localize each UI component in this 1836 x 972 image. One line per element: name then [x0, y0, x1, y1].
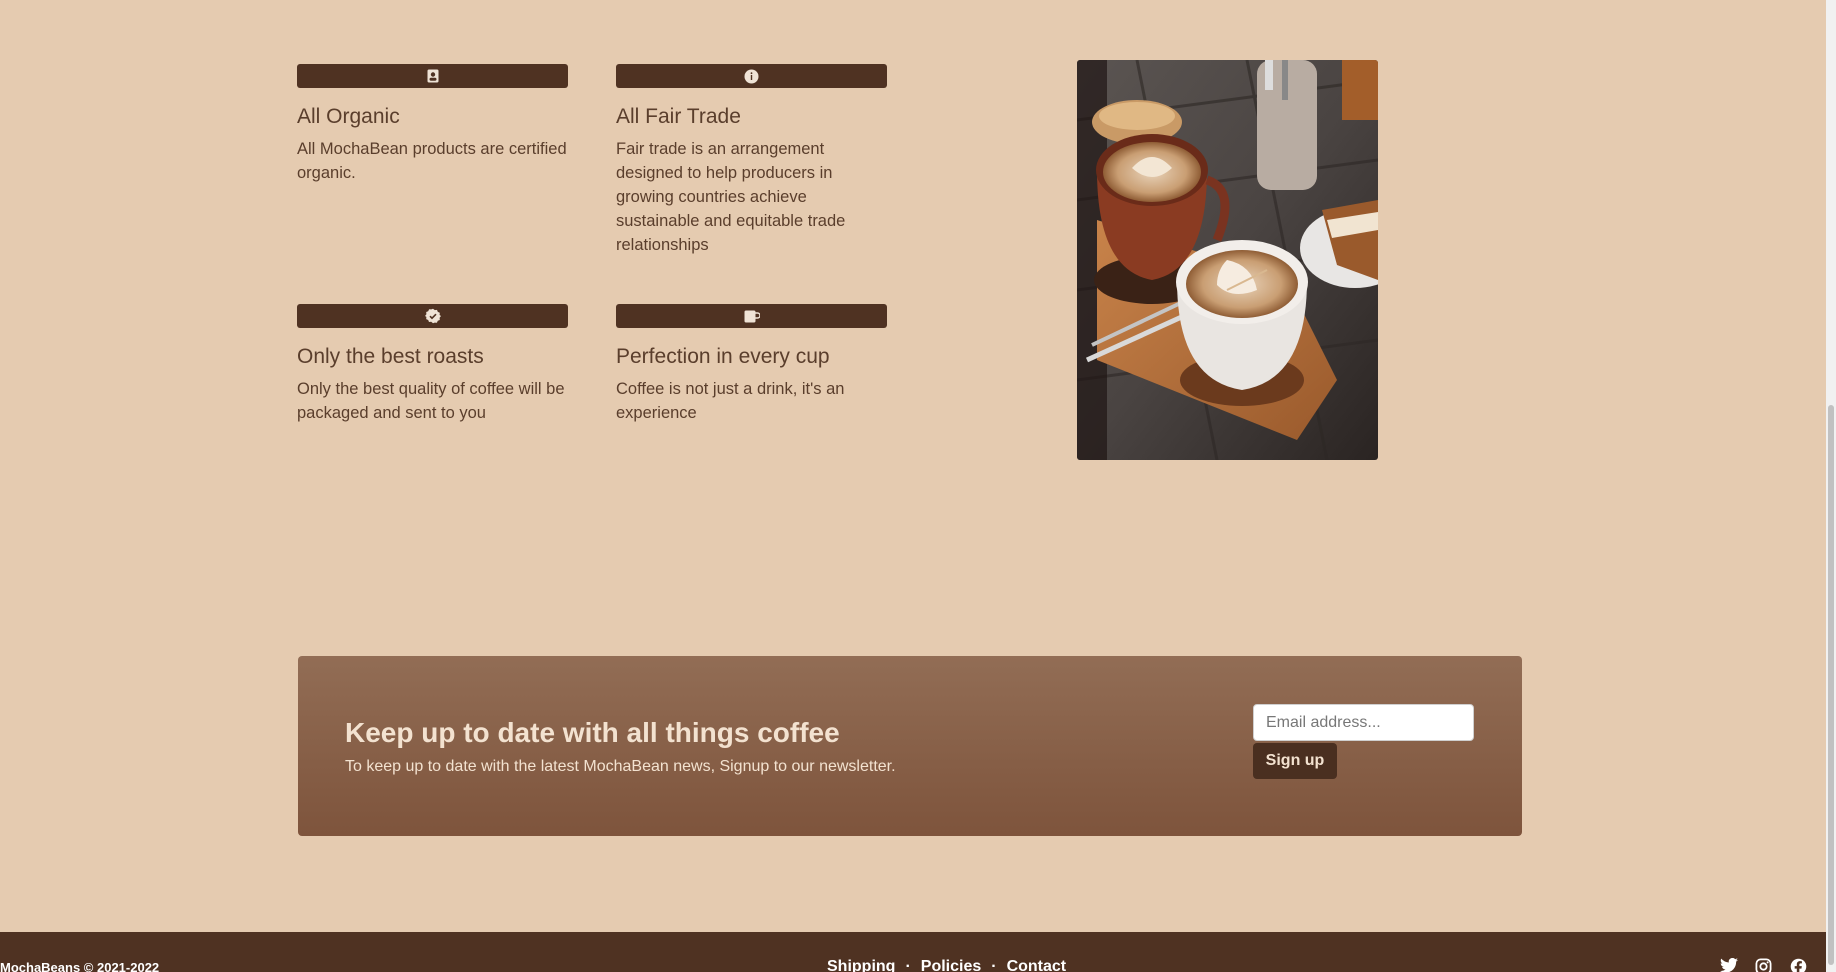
feature-perfection: Perfection in every cup Coffee is not ju…	[616, 304, 887, 425]
feature-icon-bar	[616, 64, 887, 88]
footer: MochaBeans © 2021-2022 Shipping · Polici…	[0, 932, 1836, 972]
scrollbar-thumb[interactable]	[1828, 405, 1834, 965]
newsletter-heading: Keep up to date with all things coffee	[345, 717, 840, 748]
social-links	[1720, 958, 1809, 972]
page: All Organic All MochaBean products are c…	[0, 0, 1836, 972]
footer-separator: ·	[905, 958, 911, 972]
twitter-icon[interactable]	[1720, 958, 1739, 972]
feature-icon-bar	[616, 304, 887, 328]
feature-title: All Fair Trade	[616, 105, 741, 128]
scrollbar[interactable]	[1826, 0, 1836, 972]
feature-all-organic: All Organic All MochaBean products are c…	[297, 64, 568, 185]
feature-icon-bar	[297, 64, 568, 88]
footer-link-shipping[interactable]: Shipping	[827, 958, 895, 972]
newsletter-banner: Keep up to date with all things coffee T…	[298, 656, 1522, 836]
feature-title: All Organic	[297, 105, 400, 128]
footer-separator: ·	[991, 958, 997, 972]
instagram-icon[interactable]	[1755, 958, 1774, 972]
badge-check-icon	[424, 308, 441, 324]
newsletter-subtext: To keep up to date with the latest Mocha…	[345, 758, 896, 775]
feature-text: Fair trade is an arrangement designed to…	[616, 140, 846, 254]
feature-icon-bar	[297, 304, 568, 328]
feature-text: Coffee is not just a drink, it's an expe…	[616, 380, 845, 422]
sign-up-button[interactable]: Sign up	[1253, 743, 1337, 779]
feature-title: Only the best roasts	[297, 345, 484, 368]
email-field[interactable]	[1253, 704, 1474, 741]
info-circle-icon	[744, 69, 759, 84]
footer-links: Shipping · Policies · Contact	[827, 958, 1066, 972]
coffee-photo	[1077, 60, 1378, 460]
feature-text: All MochaBean products are certified org…	[297, 140, 567, 182]
footer-copyright: MochaBeans © 2021-2022	[0, 960, 160, 972]
feature-title: Perfection in every cup	[616, 345, 830, 368]
facebook-icon[interactable]	[1790, 958, 1809, 972]
feature-text: Only the best quality of coffee will be …	[297, 380, 565, 422]
id-badge-icon	[427, 69, 439, 83]
cup-icon	[744, 310, 760, 323]
feature-best-roasts: Only the best roasts Only the best quali…	[297, 304, 568, 425]
footer-link-policies[interactable]: Policies	[921, 958, 981, 972]
footer-link-contact[interactable]: Contact	[1007, 958, 1067, 972]
feature-fair-trade: All Fair Trade Fair trade is an arrangem…	[616, 64, 887, 257]
